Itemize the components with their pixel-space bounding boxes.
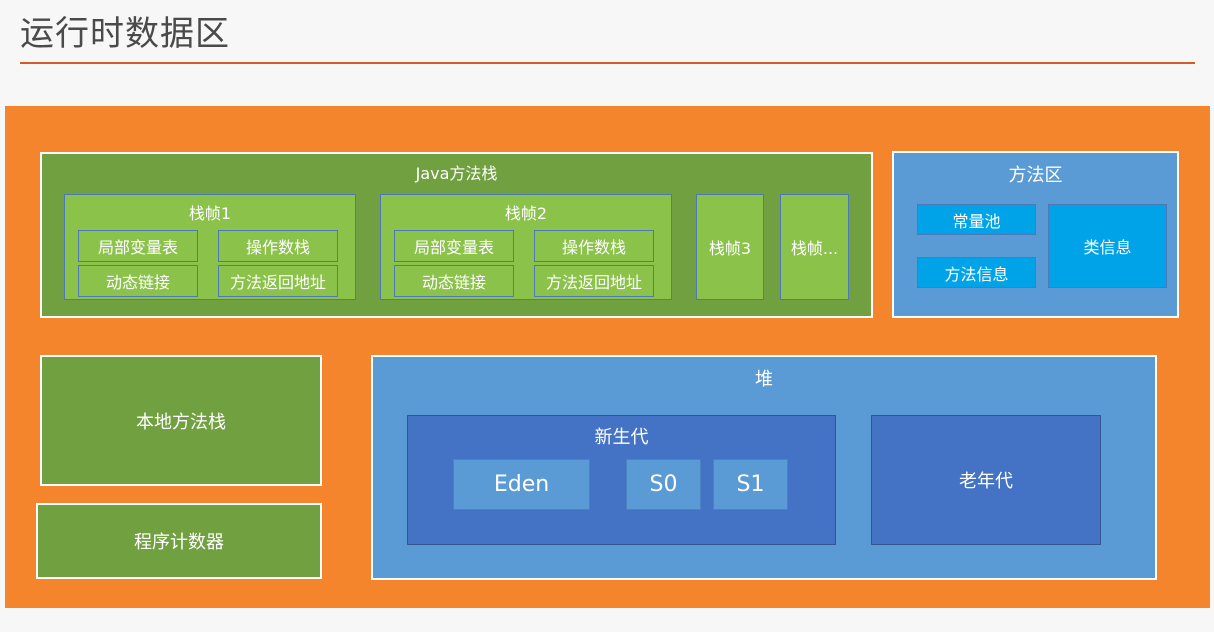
stack-frame-more: 栈帧... xyxy=(780,194,849,300)
heap-label: 堆 xyxy=(755,369,773,390)
old-generation: 老年代 xyxy=(871,415,1101,545)
page-title: 运行时数据区 xyxy=(20,14,230,54)
constant-pool: 常量池 xyxy=(917,204,1036,235)
title-divider xyxy=(20,62,1195,64)
method-info: 方法信息 xyxy=(917,257,1036,288)
local-variable-table: 局部变量表 xyxy=(394,230,514,262)
young-generation-label: 新生代 xyxy=(594,427,649,448)
operand-stack: 操作数栈 xyxy=(534,230,654,262)
method-return-address: 方法返回地址 xyxy=(218,265,338,297)
operand-stack: 操作数栈 xyxy=(218,230,338,262)
dynamic-linking: 动态链接 xyxy=(78,265,198,297)
dynamic-linking: 动态链接 xyxy=(394,265,514,297)
stack-frame-3: 栈帧3 xyxy=(696,194,764,300)
program-counter-register: 程序计数器 xyxy=(36,503,322,579)
class-info: 类信息 xyxy=(1048,204,1167,288)
local-variable-table: 局部变量表 xyxy=(78,230,198,262)
native-method-stack: 本地方法栈 xyxy=(40,355,322,486)
method-area-label: 方法区 xyxy=(1008,165,1063,186)
survivor-s0: S0 xyxy=(626,459,701,510)
eden-space: Eden xyxy=(453,459,590,510)
survivor-s1: S1 xyxy=(713,459,788,510)
stack-frame-1-label: 栈帧1 xyxy=(188,204,232,223)
method-return-address: 方法返回地址 xyxy=(534,265,654,297)
stack-frame-2-label: 栈帧2 xyxy=(504,204,548,223)
java-method-stack-label: Java方法栈 xyxy=(415,164,498,183)
